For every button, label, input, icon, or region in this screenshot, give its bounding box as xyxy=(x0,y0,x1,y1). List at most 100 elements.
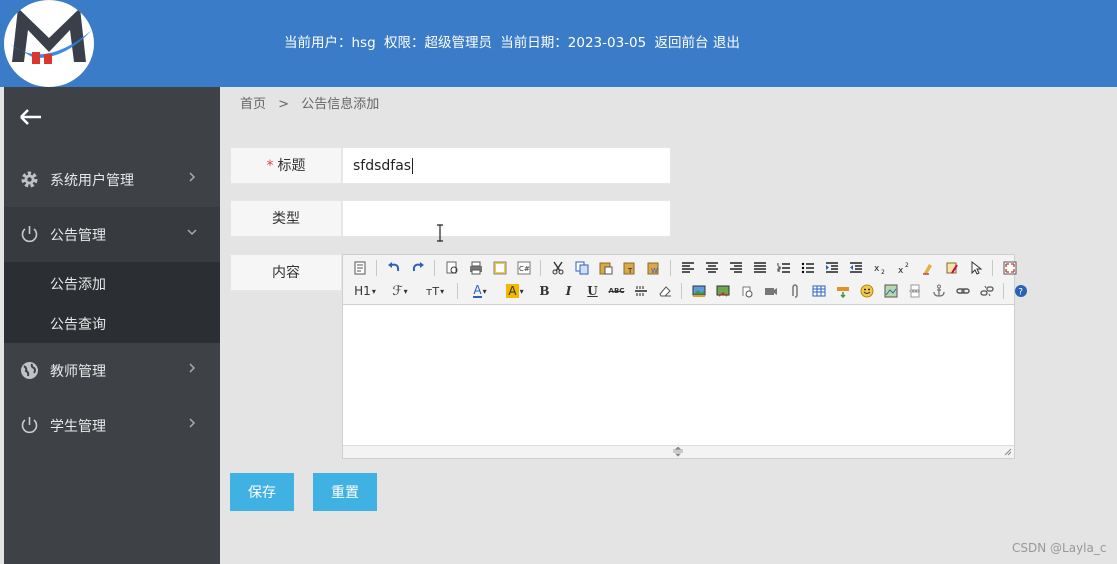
page-break-icon[interactable] xyxy=(904,281,925,301)
code-icon[interactable]: C# xyxy=(513,258,534,278)
insert-images-icon[interactable] xyxy=(712,281,733,301)
resize-handle-icon[interactable] xyxy=(672,447,684,457)
svg-text:2: 2 xyxy=(905,262,909,269)
paste-text-icon[interactable]: T xyxy=(619,258,640,278)
chevron-down-icon xyxy=(186,226,198,238)
svg-text:W: W xyxy=(651,267,658,275)
select-all-icon[interactable] xyxy=(965,258,986,278)
cut-icon[interactable] xyxy=(547,258,568,278)
save-button[interactable]: 保存 xyxy=(230,473,294,511)
sidebar-item-label: 系统用户管理 xyxy=(50,173,134,189)
sidebar-item-label: 教师管理 xyxy=(50,364,106,380)
text-cursor-icon xyxy=(437,224,443,242)
sidebar-item-label: 公告管理 xyxy=(50,228,106,244)
italic-button[interactable]: I xyxy=(558,281,579,301)
header-info: 当前用户：hsg 权限：超级管理员 当前日期：2023-03-05 返回前台 退… xyxy=(284,31,744,51)
toolbar-row-1: C# T W x2 x2 xyxy=(349,257,1020,279)
logout-link[interactable]: 退出 xyxy=(713,31,740,51)
attachment-icon[interactable] xyxy=(784,281,805,301)
announcements-submenu: 公告添加 公告查询 xyxy=(4,262,220,343)
print-icon[interactable] xyxy=(465,258,486,278)
main-content: 首页 > 公告信息添加 * 标题 sfdsdfas 类型 内容 C# T W x… xyxy=(220,87,1117,564)
collapse-arrow-icon[interactable] xyxy=(18,107,44,127)
undo-icon[interactable] xyxy=(383,258,404,278)
editor-toolbar: C# T W x2 x2 H1 ▾ ℱ ▾ ᴛT ▾ A ▾ A ▾ B I U… xyxy=(343,255,1027,305)
source-code-icon[interactable] xyxy=(349,258,370,278)
title-label: * 标题 xyxy=(230,147,342,184)
superscript-icon[interactable]: x2 xyxy=(893,258,914,278)
sidebar-item-system-users[interactable]: 系统用户管理 xyxy=(4,152,220,207)
user-role: 权限：超级管理员 xyxy=(383,35,492,51)
globe-icon xyxy=(19,360,40,381)
unordered-list-icon[interactable] xyxy=(797,258,818,278)
title-input-value: sfdsdfas xyxy=(353,158,412,174)
sidebar-item-announcements[interactable]: 公告管理 xyxy=(4,207,220,262)
paste-icon[interactable] xyxy=(595,258,616,278)
insert-table-icon[interactable] xyxy=(808,281,829,301)
svg-text:x: x xyxy=(874,264,880,274)
breadcrumb-separator: > xyxy=(278,97,290,112)
smiley-icon[interactable] xyxy=(856,281,877,301)
current-date: 当前日期：2023-03-05 xyxy=(500,35,647,51)
back-to-front-link[interactable]: 返回前台 xyxy=(655,31,709,51)
chevron-right-icon xyxy=(186,362,198,374)
horizontal-rule-icon[interactable] xyxy=(630,281,651,301)
corner-resize-icon[interactable] xyxy=(1004,448,1012,456)
indent-icon[interactable] xyxy=(821,258,842,278)
svg-text:2: 2 xyxy=(881,269,885,275)
template-icon[interactable] xyxy=(489,258,510,278)
scrawl-icon[interactable] xyxy=(880,281,901,301)
top-header: 当前用户：hsg 权限：超级管理员 当前日期：2023-03-05 返回前台 退… xyxy=(0,0,1117,87)
type-input[interactable] xyxy=(342,200,671,237)
ordered-list-icon[interactable] xyxy=(773,258,794,278)
bold-button[interactable]: B xyxy=(534,281,555,301)
insert-row-icon[interactable] xyxy=(832,281,853,301)
sidebar-item-teachers[interactable]: 教师管理 xyxy=(4,343,220,398)
svg-text:x: x xyxy=(898,266,904,275)
unlink-icon[interactable] xyxy=(976,281,997,301)
svg-text:?: ? xyxy=(1018,288,1023,298)
svg-text:C#: C# xyxy=(519,265,530,273)
reset-button[interactable]: 重置 xyxy=(313,473,377,511)
align-left-icon[interactable] xyxy=(677,258,698,278)
font-family-dropdown[interactable]: ℱ ▾ xyxy=(384,281,416,301)
watermark: CSDN @Layla_c xyxy=(1012,541,1107,555)
sidebar-subitem-query-announcement[interactable]: 公告查询 xyxy=(50,314,106,334)
breadcrumb-home[interactable]: 首页 xyxy=(240,97,266,112)
anchor-icon[interactable] xyxy=(928,281,949,301)
gear-icon xyxy=(19,169,40,190)
paste-word-icon[interactable]: W xyxy=(643,258,664,278)
insert-image-icon[interactable] xyxy=(688,281,709,301)
strikethrough-button[interactable]: ABC xyxy=(606,281,627,301)
outdent-icon[interactable] xyxy=(845,258,866,278)
align-right-icon[interactable] xyxy=(725,258,746,278)
title-label-text: 标题 xyxy=(277,158,306,174)
sidebar-item-students[interactable]: 学生管理 xyxy=(4,398,220,453)
copy-icon[interactable] xyxy=(571,258,592,278)
background-color-dropdown[interactable]: A ▾ xyxy=(499,281,531,301)
clear-format-icon[interactable] xyxy=(917,258,938,278)
redo-icon[interactable] xyxy=(407,258,428,278)
format-painter-icon[interactable] xyxy=(941,258,962,278)
font-size-dropdown[interactable]: ᴛT ▾ xyxy=(419,281,451,301)
fullscreen-icon[interactable] xyxy=(999,258,1020,278)
help-icon[interactable]: ? xyxy=(1010,281,1031,301)
font-color-dropdown[interactable]: A ▾ xyxy=(464,281,496,301)
align-justify-icon[interactable] xyxy=(749,258,770,278)
chevron-right-icon xyxy=(186,171,198,183)
editor-content-area[interactable] xyxy=(343,306,1014,445)
align-center-icon[interactable] xyxy=(701,258,722,278)
chevron-right-icon xyxy=(186,417,198,429)
emotion-icon[interactable] xyxy=(736,281,757,301)
video-icon[interactable] xyxy=(760,281,781,301)
heading-dropdown[interactable]: H1 ▾ xyxy=(349,281,381,301)
title-input[interactable]: sfdsdfas xyxy=(342,147,671,184)
breadcrumb-current: 公告信息添加 xyxy=(301,97,380,112)
eraser-icon[interactable] xyxy=(654,281,675,301)
preview-icon[interactable] xyxy=(441,258,462,278)
underline-button[interactable]: U xyxy=(582,281,603,301)
link-icon[interactable] xyxy=(952,281,973,301)
logo xyxy=(4,0,94,87)
sidebar-subitem-add-announcement[interactable]: 公告添加 xyxy=(50,274,106,294)
subscript-icon[interactable]: x2 xyxy=(869,258,890,278)
